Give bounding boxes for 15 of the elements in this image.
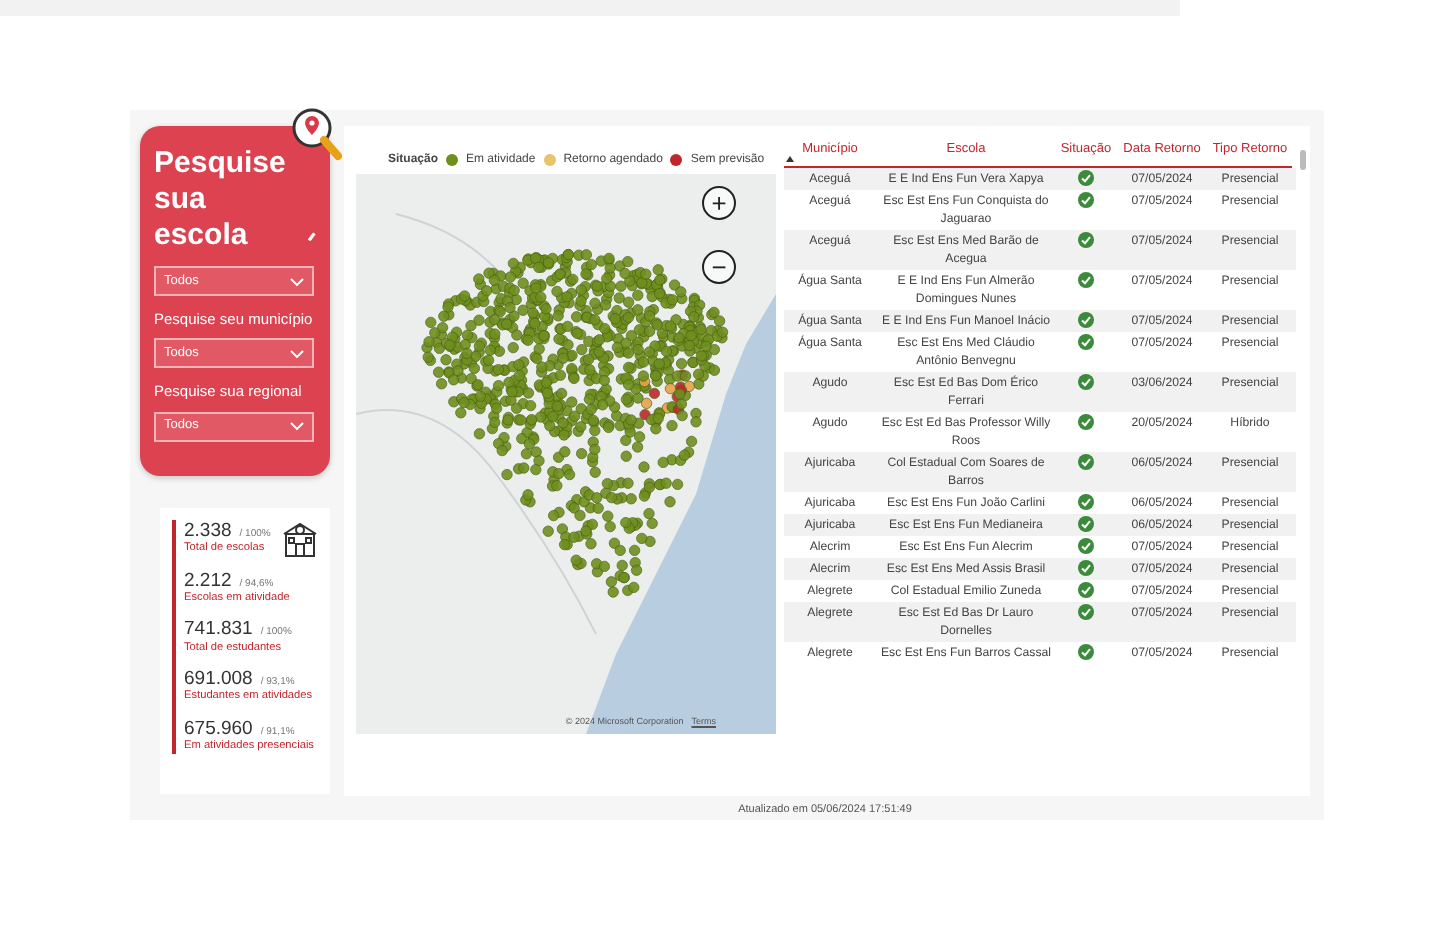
stat-value: 691.008 <box>184 667 253 690</box>
zoom-out-button[interactable]: − <box>702 250 736 284</box>
eraser-icon[interactable] <box>305 230 316 242</box>
stat-value: 741.831 <box>184 618 253 642</box>
stat-value: 2.338 <box>184 520 232 542</box>
search-title: Pesquise sua escola <box>154 146 288 254</box>
map-drawing[interactable] <box>356 174 776 734</box>
stat-value: 2.212 <box>184 569 232 592</box>
chevron-down-icon <box>290 349 304 358</box>
school-building-icon <box>280 518 320 558</box>
scrollbar-thumb[interactable] <box>1300 150 1306 170</box>
zoom-in-button[interactable]: + <box>702 186 736 220</box>
stat-value: 675.960 <box>184 717 253 740</box>
chevron-down-icon <box>290 422 304 430</box>
chevron-down-icon <box>290 277 304 285</box>
